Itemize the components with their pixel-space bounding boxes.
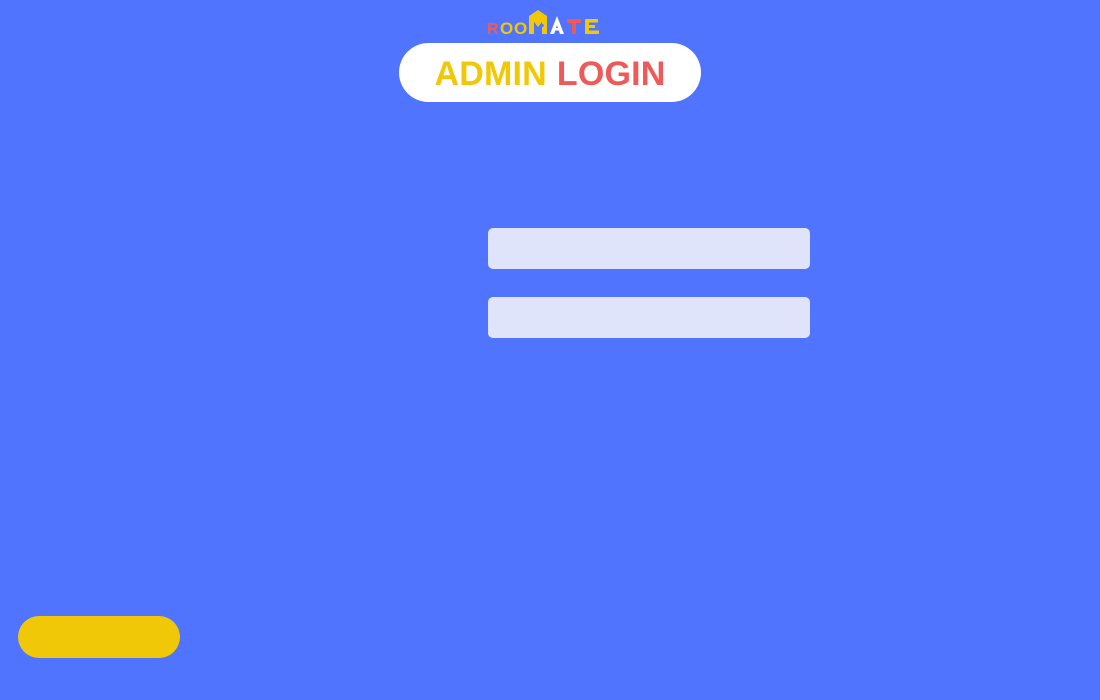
page-title-login: LOGIN [556,55,666,93]
admin-login-page: R O O ADMIN LOGIN [0,0,1100,700]
username-input[interactable] [488,228,810,269]
roomate-logo-mark: R O O [487,10,599,36]
svg-text:R: R [487,21,499,36]
password-input[interactable] [488,297,810,338]
svg-text:O: O [500,19,513,36]
svg-text:O: O [514,19,527,36]
roomate-logo: R O O [487,10,613,36]
page-title-admin: ADMIN [434,55,547,93]
back-button[interactable] [18,616,180,658]
page-title: ADMIN LOGIN [399,43,701,102]
